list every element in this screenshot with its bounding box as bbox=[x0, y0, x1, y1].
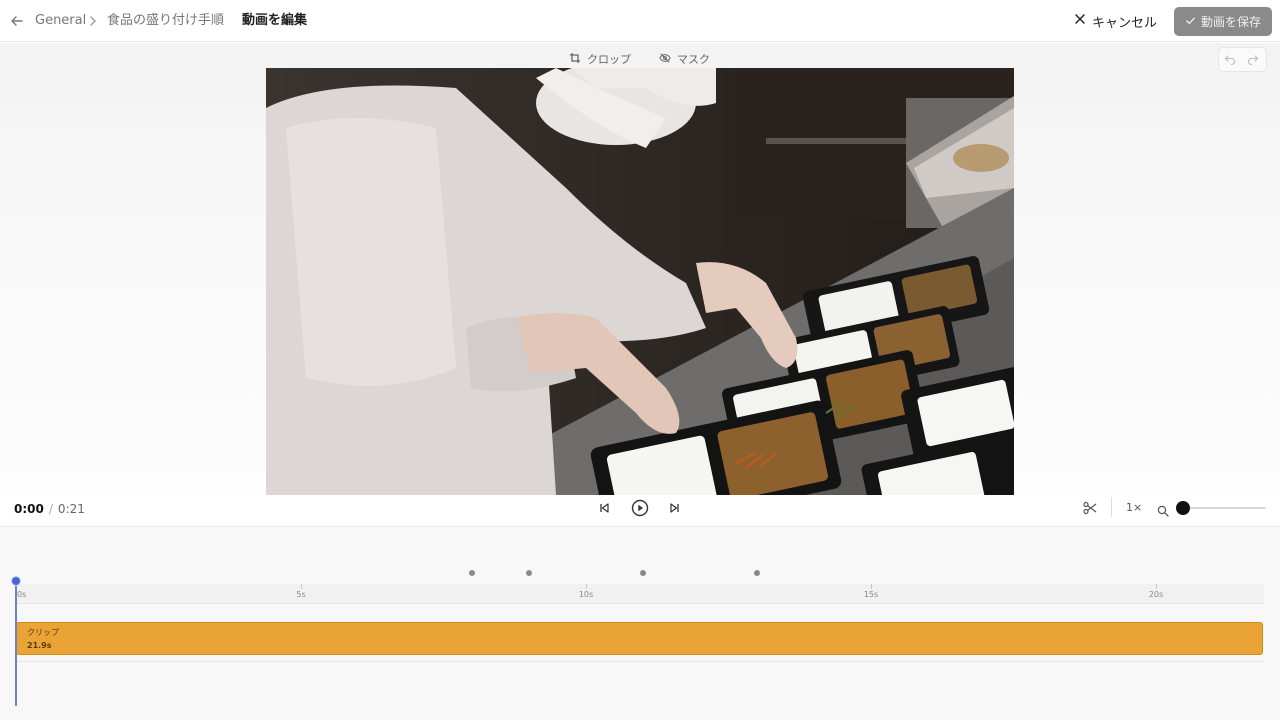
scissors-icon[interactable] bbox=[1082, 500, 1098, 516]
redo-icon[interactable] bbox=[1247, 53, 1261, 67]
back-arrow-icon[interactable] bbox=[8, 12, 26, 30]
ruler-tick bbox=[301, 584, 302, 589]
chevron-right-icon bbox=[88, 13, 98, 29]
skip-forward-icon[interactable] bbox=[667, 500, 683, 516]
save-label: 動画を保存 bbox=[1200, 15, 1261, 29]
timeline-ruler[interactable]: 0s 5s 10s 15s 20s bbox=[16, 584, 1264, 604]
toolbar-divider bbox=[1111, 497, 1112, 517]
ruler-tick bbox=[586, 584, 587, 589]
duration: 0:21 bbox=[57, 502, 85, 516]
crop-button[interactable]: クロップ bbox=[569, 51, 631, 67]
ruler-tick-label: 20s bbox=[1148, 590, 1164, 599]
playhead-handle[interactable] bbox=[11, 576, 21, 586]
check-icon bbox=[1185, 15, 1196, 29]
clip-name: クリップ bbox=[27, 628, 59, 637]
timeline-marker[interactable] bbox=[754, 570, 760, 576]
ruler-tick-label: 0s bbox=[17, 590, 27, 599]
editor-header: General 食品の盛り付け手順 動画を編集 キャンセル 動画を保存 bbox=[0, 0, 1280, 42]
save-video-button[interactable]: 動画を保存 bbox=[1174, 7, 1272, 36]
timeline-clip[interactable]: クリップ 21.9s bbox=[16, 622, 1263, 655]
close-icon bbox=[1074, 13, 1086, 29]
page-title: 動画を編集 bbox=[242, 13, 308, 28]
search-icon bbox=[1157, 502, 1169, 517]
time-display: 0:00 / 0:21 bbox=[14, 501, 85, 517]
playback-speed[interactable]: 1× bbox=[1126, 501, 1142, 514]
ruler-tick-label: 15s bbox=[863, 590, 879, 599]
history-controls bbox=[1218, 47, 1267, 72]
cancel-label: キャンセル bbox=[1092, 15, 1158, 31]
timeline-marker[interactable] bbox=[526, 570, 532, 576]
timeline-marker[interactable] bbox=[469, 570, 475, 576]
ruler-tick bbox=[871, 584, 872, 589]
playhead-line bbox=[15, 583, 17, 706]
cancel-button[interactable]: キャンセル bbox=[1074, 8, 1157, 34]
crop-icon bbox=[569, 52, 581, 67]
ruler-tick-label: 10s bbox=[578, 590, 594, 599]
ruler-tick bbox=[1156, 584, 1157, 589]
eye-off-icon bbox=[659, 52, 671, 67]
breadcrumb-video[interactable]: 食品の盛り付け手順 bbox=[107, 12, 224, 30]
timeline-marker[interactable] bbox=[640, 570, 646, 576]
current-time: 0:00 bbox=[14, 502, 44, 516]
breadcrumb-general[interactable]: General bbox=[35, 12, 86, 30]
video-frame-image bbox=[266, 68, 1014, 495]
mask-label: マスク bbox=[677, 53, 710, 66]
undo-icon[interactable] bbox=[1224, 53, 1238, 67]
zoom-slider-track[interactable] bbox=[1180, 507, 1266, 509]
clip-length: 21.9s bbox=[27, 641, 52, 650]
crop-label: クロップ bbox=[587, 53, 631, 66]
mask-button[interactable]: マスク bbox=[659, 51, 710, 67]
zoom-slider-thumb[interactable] bbox=[1176, 501, 1190, 515]
skip-back-icon[interactable] bbox=[596, 500, 612, 516]
time-separator: / bbox=[48, 502, 53, 516]
video-preview[interactable] bbox=[266, 68, 1014, 495]
ruler-tick-label: 5s bbox=[296, 590, 306, 599]
play-icon[interactable] bbox=[631, 499, 649, 517]
